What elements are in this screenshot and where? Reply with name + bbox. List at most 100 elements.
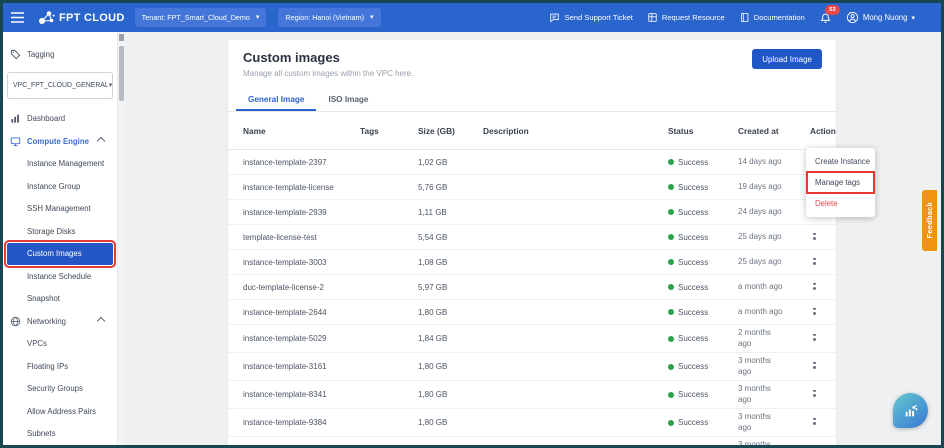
table-row-ubuntu-file[interactable]: Ubuntu file 0,06 GB 3 months ago xyxy=(228,437,836,445)
sidebar-item-floating-ips[interactable]: Floating IPs xyxy=(7,355,113,378)
sidebar-item-vpcs[interactable]: VPCs xyxy=(7,333,113,356)
sidebar-item-networking[interactable]: Networking xyxy=(7,310,113,333)
tab-general-image[interactable]: General Image xyxy=(236,90,316,111)
cell-size: 5,97 GB xyxy=(418,283,483,292)
sidebar-item-dashboard[interactable]: Dashboard xyxy=(7,108,113,131)
cell-status: Success xyxy=(668,233,738,242)
cell-created-at: 3 months ago xyxy=(738,384,810,405)
success-dot-icon xyxy=(668,184,674,190)
cell-status: Success xyxy=(668,158,738,167)
status-badge: Success xyxy=(668,390,738,399)
tag-icon xyxy=(10,49,21,60)
support-chat-fab[interactable] xyxy=(893,393,928,428)
success-dot-icon xyxy=(668,159,674,165)
success-dot-icon xyxy=(668,284,674,290)
notifications-bell[interactable]: 53 xyxy=(819,11,832,24)
documentation-link[interactable]: Documentation xyxy=(739,12,805,23)
table-row-instance-template-3161[interactable]: instance-template-3161 1,80 GB Success 3… xyxy=(228,353,836,381)
table-row-instance-template-2644[interactable]: instance-template-2644 1,80 GB Success a… xyxy=(228,300,836,325)
brand-logo[interactable]: FPT CLOUD xyxy=(38,10,125,25)
table-row-template-license-test[interactable]: template-license-test 5,54 GB Success 25… xyxy=(228,225,836,250)
table-row-instance-template-5029[interactable]: instance-template-5029 1,84 GB Success 2… xyxy=(228,325,836,353)
sidebar-item-storage-disks[interactable]: Storage Disks xyxy=(7,220,113,243)
row-actions-kebab-icon[interactable] xyxy=(813,366,816,369)
fpt-cloud-logo-icon xyxy=(38,10,55,25)
sidebar-item-custom-images[interactable]: Custom Images xyxy=(7,243,113,266)
cell-size: 5,54 GB xyxy=(418,233,483,242)
success-dot-icon xyxy=(668,392,674,398)
app-frame: FPT CLOUD Tenant: FPT_Smart_Cloud_Demo ▾… xyxy=(0,0,944,448)
sidebar-item-snapshot[interactable]: Snapshot xyxy=(7,288,113,311)
context-menu-item-manage-tags[interactable]: Manage tags xyxy=(806,172,875,193)
row-actions-kebab-icon[interactable] xyxy=(813,237,816,240)
cell-action xyxy=(810,390,836,399)
top-bar: FPT CLOUD Tenant: FPT_Smart_Cloud_Demo ▾… xyxy=(3,3,941,32)
topbar-actions: Send Support Ticket Request Resource Doc… xyxy=(549,11,941,24)
sidebar-item-tagging[interactable]: Tagging xyxy=(7,43,113,66)
cell-created-at: 2 months ago xyxy=(738,328,810,349)
chevron-down-icon: ▾ xyxy=(370,14,374,21)
status-badge: Success xyxy=(668,233,738,242)
card-header: Custom images Manage all custom images w… xyxy=(228,40,836,78)
success-dot-icon xyxy=(668,259,674,265)
sidebar-item-instance-schedule[interactable]: Instance Schedule xyxy=(7,265,113,288)
sidebar-item-subnets[interactable]: Subnets xyxy=(7,423,113,446)
row-actions-kebab-icon[interactable] xyxy=(813,422,816,425)
sidebar-item-instance-management[interactable]: Instance Management xyxy=(7,153,113,176)
cell-status: Success xyxy=(668,183,738,192)
cell-name: instance-template-3161 xyxy=(243,362,360,371)
context-menu-item-delete[interactable]: Delete xyxy=(806,193,875,214)
tenant-dropdown[interactable]: Tenant: FPT_Smart_Cloud_Demo ▾ xyxy=(135,8,267,27)
table-row-instance-template-2939[interactable]: instance-template-2939 1,11 GB Success 2… xyxy=(228,200,836,225)
sidebar-item-security-groups[interactable]: Security Groups xyxy=(7,378,113,401)
cell-created-at: 24 days ago xyxy=(738,207,810,217)
table-row-instance-template-license[interactable]: instance-template-license 5,76 GB Succes… xyxy=(228,175,836,200)
cell-status: Success xyxy=(668,258,738,267)
sidebar-scrollbar[interactable] xyxy=(117,32,125,445)
context-menu-item-create-instance[interactable]: Create Instance xyxy=(806,151,875,172)
chevron-up-icon xyxy=(97,137,105,145)
cell-status: Success xyxy=(668,362,738,371)
table-row-duc-template-license-2[interactable]: duc-template-license-2 5,97 GB Success a… xyxy=(228,275,836,300)
sidebar-item-ssh-management[interactable]: SSH Management xyxy=(7,198,113,221)
success-dot-icon xyxy=(668,209,674,215)
column-header-name: Name xyxy=(243,126,360,136)
tab-iso-image[interactable]: ISO Image xyxy=(316,90,380,111)
cell-action xyxy=(810,362,836,371)
fpt-chat-icon xyxy=(903,403,919,419)
row-actions-kebab-icon[interactable] xyxy=(813,312,816,315)
send-support-ticket-link[interactable]: Send Support Ticket xyxy=(549,12,632,23)
row-actions-kebab-icon[interactable] xyxy=(813,394,816,397)
row-actions-kebab-icon[interactable] xyxy=(813,338,816,341)
table-row-instance-template-2397[interactable]: instance-template-2397 1,02 GB Success 1… xyxy=(228,150,836,175)
user-menu[interactable]: Mong Nuong ▾ xyxy=(846,11,915,24)
sidebar-item-instance-group[interactable]: Instance Group xyxy=(7,175,113,198)
column-header-status: Status xyxy=(668,126,738,136)
monitor-icon xyxy=(10,136,21,147)
book-icon xyxy=(739,12,750,23)
row-actions-kebab-icon[interactable] xyxy=(813,287,816,290)
table-row-instance-template-8341[interactable]: instance-template-8341 1,80 GB Success 3… xyxy=(228,381,836,409)
upload-image-button[interactable]: Upload Image xyxy=(752,49,822,69)
status-badge: Success xyxy=(668,334,738,343)
row-actions-kebab-icon[interactable] xyxy=(813,262,816,265)
vpc-selector[interactable]: VPC_FPT_CLOUD_GENERAL ▾ xyxy=(7,72,113,99)
cell-created-at: 3 months ago xyxy=(738,356,810,377)
chevron-up-icon xyxy=(97,317,105,325)
table-row-instance-template-9384[interactable]: instance-template-9384 1,80 GB Success 3… xyxy=(228,409,836,437)
status-badge: Success xyxy=(668,208,738,217)
table-row-instance-template-3003[interactable]: instance-template-3003 1,08 GB Success 2… xyxy=(228,250,836,275)
feedback-tab[interactable]: Feedback xyxy=(922,190,937,251)
cell-size: 5,76 GB xyxy=(418,183,483,192)
chevron-down-icon: ▾ xyxy=(109,81,113,89)
region-dropdown[interactable]: Region: Hanoi (Vietnam) ▾ xyxy=(278,8,380,27)
resource-grid-icon xyxy=(647,12,658,23)
success-dot-icon xyxy=(668,234,674,240)
scrollbar-thumb[interactable] xyxy=(119,46,124,101)
status-badge: Success xyxy=(668,158,738,167)
sidebar-item-compute-engine[interactable]: Compute Engine xyxy=(7,130,113,153)
sidebar-item-allow-address-pairs[interactable]: Allow Address Pairs xyxy=(7,400,113,423)
request-resource-link[interactable]: Request Resource xyxy=(647,12,725,23)
menu-toggle-button[interactable] xyxy=(11,12,24,23)
chart-icon xyxy=(10,113,21,124)
